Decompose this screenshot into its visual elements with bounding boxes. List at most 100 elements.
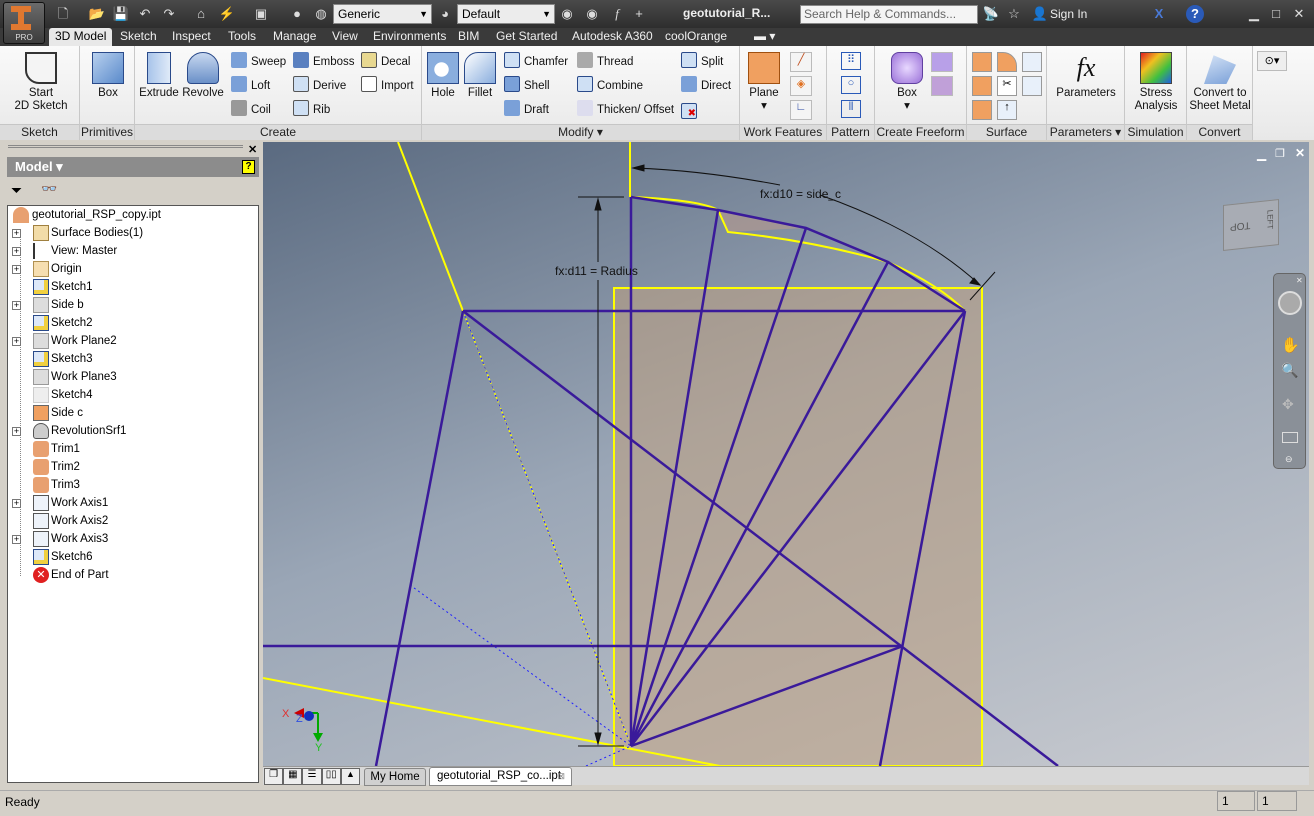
favorites-star-icon[interactable]: ☆ <box>1005 5 1023 23</box>
replace-face-icon[interactable] <box>972 100 992 120</box>
viewport-close-button[interactable]: ✕ <box>1295 146 1305 160</box>
repair-bodies-icon[interactable]: ↑ <box>997 100 1017 120</box>
subscription-icon[interactable]: 📡 <box>982 5 1000 23</box>
graphics-viewport[interactable]: fx:d10 = side_c fx:d11 = Radius X Z Y <box>263 142 1309 766</box>
tab-environments[interactable]: Environments <box>367 28 452 46</box>
tab-bim[interactable]: BIM <box>452 28 485 46</box>
tree-item[interactable]: Trim2 <box>8 458 258 476</box>
find-binoculars-icon[interactable]: 👓 <box>41 181 57 197</box>
work-point-icon[interactable]: ◈ <box>790 76 812 96</box>
parameters-button[interactable]: fx Parameters <box>1051 52 1121 100</box>
derive-button[interactable]: Derive <box>293 76 346 96</box>
box-button[interactable]: Box <box>88 52 128 100</box>
coil-button[interactable]: Coil <box>231 100 271 120</box>
work-axis-icon[interactable]: ╱ <box>790 52 812 72</box>
stitch-icon[interactable] <box>972 52 992 72</box>
look-at-icon[interactable] <box>1282 432 1298 443</box>
tab-view[interactable]: View <box>326 28 364 46</box>
maximize-button[interactable]: □ <box>1267 5 1285 23</box>
tree-item[interactable]: ✕ End of Part <box>8 566 258 584</box>
expand-icon[interactable]: + <box>12 499 21 508</box>
clear-appearance-icon[interactable]: ◉ <box>583 5 601 23</box>
extend-icon[interactable] <box>1022 76 1042 96</box>
model-canvas[interactable]: fx:d10 = side_c fx:d11 = Radius X Z Y <box>263 142 1309 766</box>
pan-hand-icon[interactable]: ✋ <box>1281 336 1300 354</box>
application-menu-button[interactable]: PRO <box>3 2 45 44</box>
tree-item[interactable]: + Work Axis1 <box>8 494 258 512</box>
update-icon[interactable]: ⚡ <box>218 5 236 23</box>
exchange-icon[interactable]: X <box>1150 5 1168 23</box>
convert-freeform-icon[interactable] <box>931 76 953 96</box>
convert-to-sheet-metal-button[interactable]: Convert to Sheet Metal <box>1187 52 1253 113</box>
steering-wheel-icon[interactable] <box>1278 291 1302 315</box>
zoom-icon[interactable]: 🔍 <box>1281 362 1298 379</box>
browser-grip[interactable] <box>8 145 243 150</box>
expand-icon[interactable]: + <box>12 427 21 436</box>
combine-button[interactable]: Combine <box>577 76 643 96</box>
thicken-offset-button[interactable]: Thicken/ Offset <box>577 100 674 120</box>
ribbon-display-toggle[interactable]: ▬ ▾ <box>748 28 781 46</box>
tab-tools[interactable]: Tools <box>222 28 262 46</box>
trim-icon[interactable]: ✂ <box>997 76 1017 96</box>
shell-button[interactable]: Shell <box>504 76 550 96</box>
tree-item[interactable]: + Work Axis3 <box>8 530 258 548</box>
new-icon[interactable]: 🗋 <box>54 5 72 23</box>
radius-dimension-label[interactable]: fx:d11 = Radius <box>555 264 638 278</box>
color-override-icon[interactable]: ◍ <box>312 5 330 23</box>
expand-icon[interactable]: + <box>12 535 21 544</box>
expand-icon[interactable]: + <box>12 229 21 238</box>
help-icon[interactable]: ? <box>242 160 255 174</box>
tree-item[interactable]: + Surface Bodies(1) <box>8 224 258 242</box>
rectangular-pattern-icon[interactable]: ⠿ <box>841 52 861 70</box>
extrude-button[interactable]: Extrude <box>138 52 180 100</box>
tab-get-started[interactable]: Get Started <box>490 28 563 46</box>
tab-document[interactable]: geotutorial_RSP_co...ipt ⊠ <box>429 767 572 786</box>
direct-button[interactable]: Direct <box>681 76 731 96</box>
draft-button[interactable]: Draft <box>504 100 549 120</box>
tree-item[interactable]: + Side b <box>8 296 258 314</box>
rib-button[interactable]: Rib <box>293 100 330 120</box>
sweep-button[interactable]: Sweep <box>231 52 286 72</box>
tab-my-home[interactable]: My Home <box>364 768 426 786</box>
boundary-patch-icon[interactable] <box>972 76 992 96</box>
fillet-button[interactable]: Fillet <box>463 52 497 100</box>
tree-item[interactable]: Sketch2 <box>8 314 258 332</box>
import-button[interactable]: Import <box>361 76 414 96</box>
redo-icon[interactable]: ↷ <box>160 5 178 23</box>
tab-manage[interactable]: Manage <box>267 28 322 46</box>
help-icon[interactable]: ? <box>1186 5 1204 23</box>
sign-in-link[interactable]: Sign In <box>1050 7 1087 21</box>
start-2d-sketch-button[interactable]: Start 2D Sketch <box>10 52 72 113</box>
tree-item[interactable]: + Origin <box>8 260 258 278</box>
tree-item[interactable]: Work Plane3 <box>8 368 258 386</box>
tile-vertical-icon[interactable]: ▯▯ <box>321 768 341 785</box>
search-input[interactable]: Search Help & Commands... <box>800 5 978 24</box>
save-icon[interactable]: 💾 <box>112 5 130 23</box>
plus-icon[interactable]: + <box>630 5 648 23</box>
tree-item[interactable]: + RevolutionSrf1 <box>8 422 258 440</box>
browser-close-button[interactable]: ✕ <box>248 143 257 156</box>
tree-item[interactable]: Sketch6 <box>8 548 258 566</box>
expand-icon[interactable]: + <box>12 265 21 274</box>
plane-button[interactable]: Plane ▾ <box>746 52 782 113</box>
tree-item[interactable]: + View: Master <box>8 242 258 260</box>
ucs-icon[interactable]: ∟ <box>790 100 812 120</box>
patch-icon[interactable] <box>1022 52 1042 72</box>
angle-dimension-label[interactable]: fx:d10 = side_c <box>760 187 841 201</box>
tree-item[interactable]: Side c <box>8 404 258 422</box>
select-icon[interactable]: ▣ <box>252 5 270 23</box>
material-select[interactable]: Generic ▼ <box>333 4 432 24</box>
tree-item[interactable]: Sketch3 <box>8 350 258 368</box>
tree-item[interactable]: + Work Plane2 <box>8 332 258 350</box>
viewport-minimize-button[interactable]: ▁ <box>1257 147 1266 161</box>
open-icon[interactable]: 📂 <box>88 5 106 23</box>
expand-icon[interactable]: + <box>12 247 21 256</box>
nav-bar-options-icon[interactable]: ⊖ <box>1285 454 1293 465</box>
tile-horizontal-icon[interactable]: ☰ <box>302 768 322 785</box>
tab-sketch[interactable]: Sketch <box>114 28 163 46</box>
tab-autodesk-a360[interactable]: Autodesk A360 <box>566 28 659 46</box>
ribbon-overflow-button[interactable]: ⊙▾ <box>1257 51 1287 71</box>
tab-coolorange[interactable]: coolOrange <box>659 28 733 46</box>
appearance-icon[interactable]: ◕ <box>436 5 454 23</box>
delete-face-button[interactable]: ✖ <box>681 100 701 120</box>
